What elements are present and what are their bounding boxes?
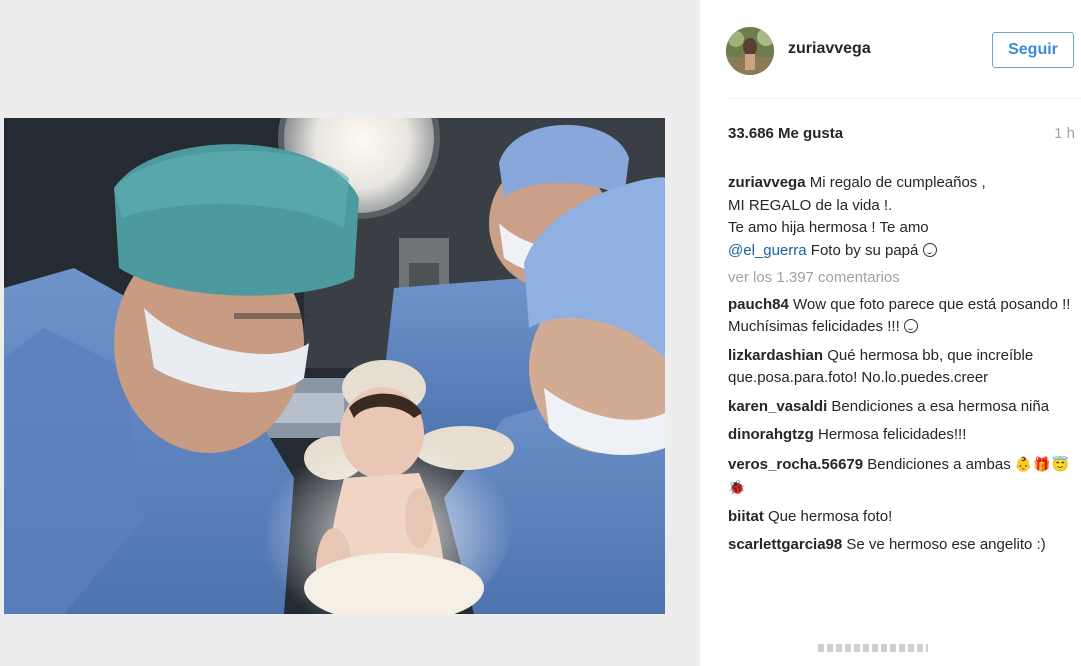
caption-mention[interactable]: @el_guerra — [728, 242, 807, 259]
photo-pane — [0, 0, 700, 666]
comment: dinorahgtzg Hermosa felicidades!!! — [728, 424, 1073, 447]
comment-username[interactable]: dinorahgtzg — [728, 426, 814, 443]
caption: zuriavvega Mi regalo de cumpleaños , MI … — [728, 172, 1073, 262]
header-divider — [726, 98, 1081, 99]
view-all-comments-link[interactable]: ver los 1.397 comentarios — [728, 267, 1073, 290]
likes-row: 33.686 Me gusta 1 h — [728, 125, 1075, 145]
comment: pauch84 Wow que foto parece que está pos… — [728, 294, 1073, 339]
caption-text-4: Foto by su papá — [806, 241, 919, 259]
comment-username[interactable]: veros_rocha.56679 — [728, 456, 863, 473]
comment: biitat Que hermosa foto! — [728, 506, 1073, 529]
username[interactable]: zuriavvega — [788, 40, 871, 58]
post-time[interactable]: 1 h — [1054, 125, 1075, 142]
post-photo-illustration — [4, 118, 665, 614]
comment-username[interactable]: scarlettgarcia98 — [728, 536, 842, 553]
avatar[interactable] — [726, 27, 774, 75]
comment: scarlettgarcia98 Se ve hermoso ese angel… — [728, 534, 1073, 557]
caption-text-3: Te amo hija hermosa ! Te amo — [728, 219, 929, 236]
comment-username[interactable]: karen_vasaldi — [728, 398, 827, 415]
comments-list: zuriavvega Mi regalo de cumpleaños , MI … — [728, 172, 1073, 557]
caption-text-1: Mi regalo de cumpleaños , — [805, 174, 986, 191]
caption-text-2: MI REGALO de la vida !. — [728, 196, 893, 214]
comment: lizkardashian Qué hermosa bb, que increí… — [728, 345, 1073, 390]
likes-count[interactable]: 33.686 Me gusta — [728, 125, 843, 142]
smile-icon — [903, 319, 918, 333]
comment-text: Bendiciones a esa hermosa niña — [827, 397, 1050, 415]
comment: karen_vasaldi Bendiciones a esa hermosa … — [728, 396, 1073, 419]
comment-text: Que hermosa foto! — [763, 507, 893, 525]
comment-text: Hermosa felicidades!!! — [813, 426, 967, 443]
post-photo[interactable] — [4, 118, 665, 614]
avatar-image — [726, 27, 774, 75]
comment-text: Se ve hermoso ese angelito :) — [842, 536, 1046, 553]
comment-username[interactable]: lizkardashian — [728, 347, 823, 364]
comment-username[interactable]: pauch84 — [728, 296, 789, 313]
smile-icon — [922, 242, 937, 257]
comment: veros_rocha.56679 Bendiciones a ambas 👶🎁… — [728, 453, 1073, 500]
truncated-comment — [818, 644, 928, 652]
caption-username[interactable]: zuriavvega — [728, 174, 806, 191]
comment-username[interactable]: biitat — [728, 508, 764, 525]
follow-button[interactable]: Seguir — [992, 32, 1074, 68]
post-sidebar: zuriavvega Seguir 33.686 Me gusta 1 h zu… — [700, 0, 1081, 666]
comment-text: Bendiciones a ambas — [863, 455, 1011, 473]
post-header: zuriavvega Seguir — [700, 0, 1081, 98]
